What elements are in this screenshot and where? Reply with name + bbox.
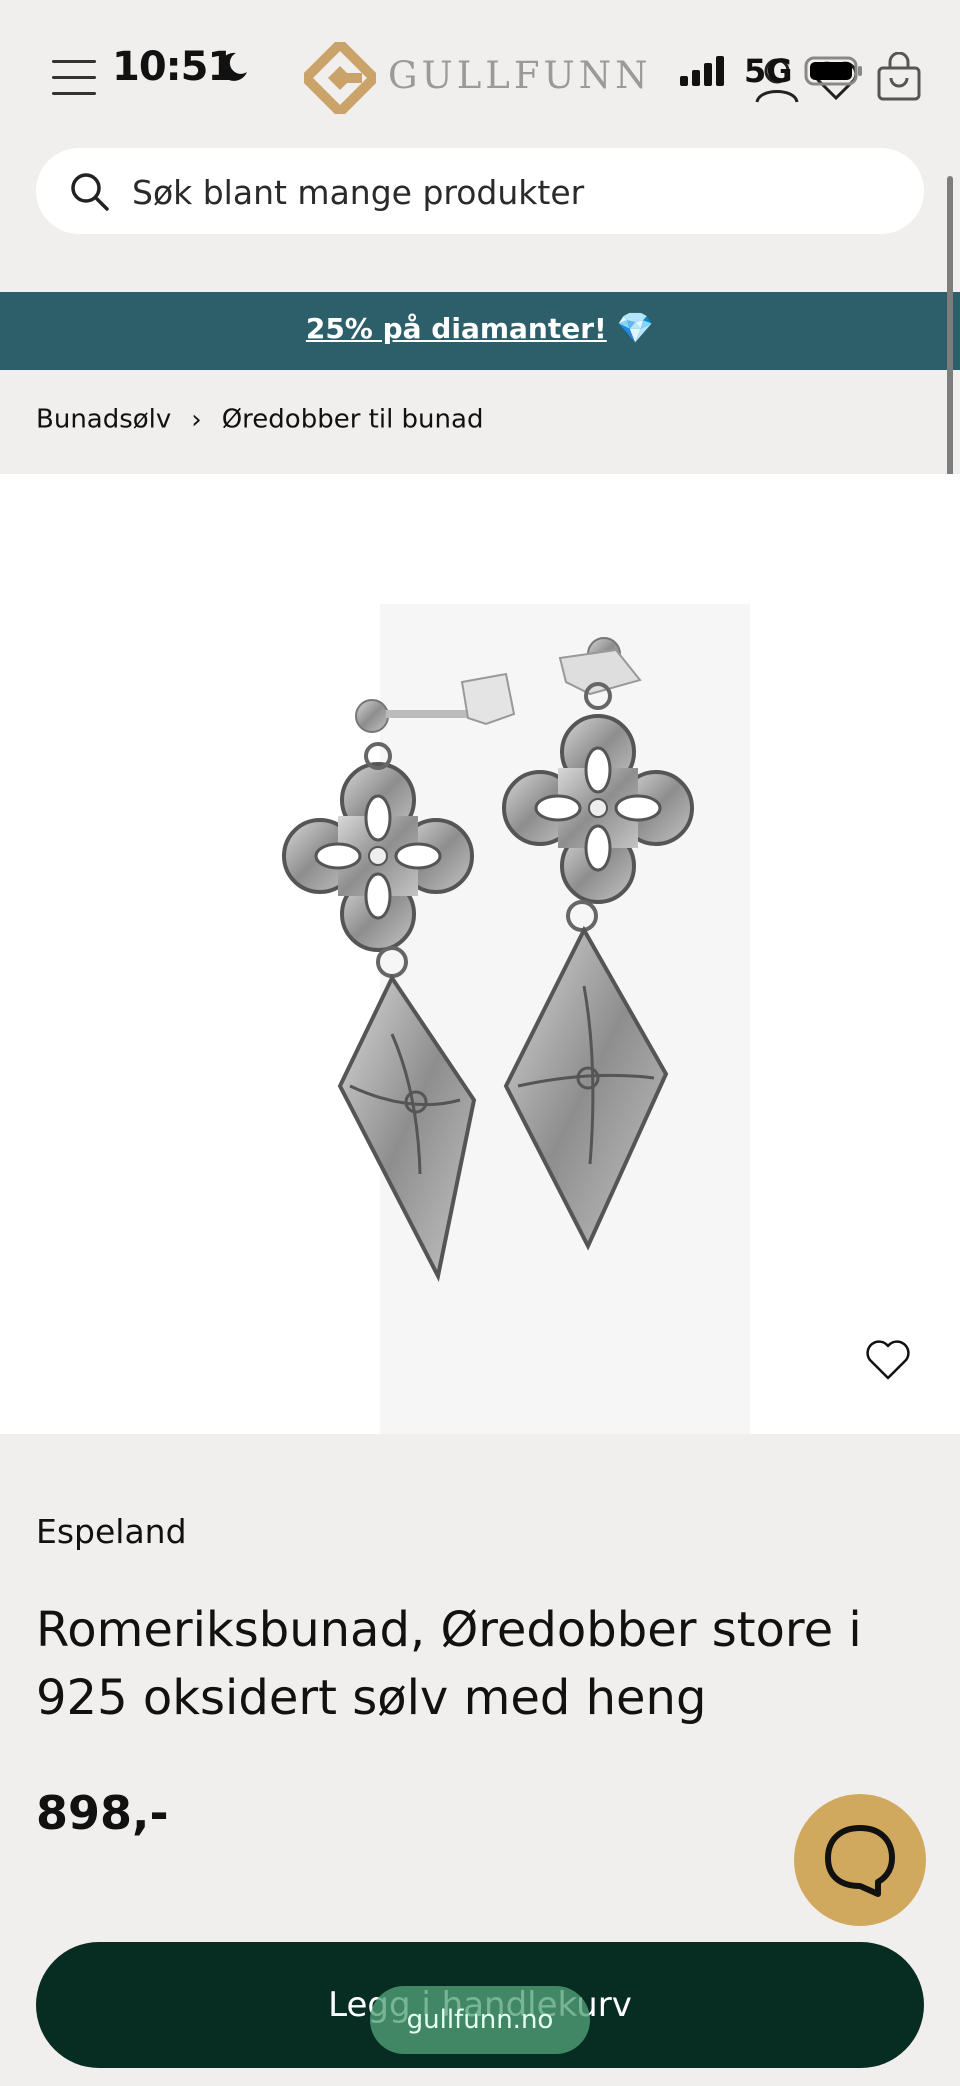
chat-button[interactable] [794, 1794, 926, 1926]
chat-bubble-icon [825, 1825, 895, 1897]
promo-banner: 25% på diamanter! 💎 [0, 292, 960, 370]
product-price: 898,- [36, 1786, 169, 1840]
logo-text[interactable]: GULLFUNN [388, 54, 652, 97]
product-brand[interactable]: Espeland [36, 1512, 187, 1551]
favorite-heart-icon[interactable] [864, 1338, 912, 1382]
breadcrumb-item-oredobber[interactable]: Øredobber til bunad [222, 405, 484, 435]
search-input[interactable] [130, 166, 894, 218]
battery-icon [804, 56, 862, 86]
diamond-icon: 💎 [616, 311, 655, 346]
gullfunn-logo-icon[interactable] [304, 42, 376, 114]
breadcrumb-item-bunadsolv[interactable]: Bunadsølv [36, 405, 171, 435]
breadcrumb: Bunadsølv › Øredobber til bunad [36, 404, 483, 435]
search-bar[interactable] [36, 148, 924, 234]
header: 10:51 GULLFUNN 5G [0, 0, 960, 150]
cart-icon[interactable] [876, 52, 922, 102]
product-title: Romeriksbunad, Øredobber store i 925 oks… [36, 1602, 862, 1726]
menu-icon[interactable] [52, 58, 96, 96]
promo-link[interactable]: 25% på diamanter! [306, 312, 607, 345]
moon-icon [219, 52, 247, 81]
search-icon [71, 173, 109, 211]
chevron-right-icon: › [191, 404, 202, 435]
product-image[interactable] [0, 474, 960, 1444]
network-type: 5G [744, 52, 793, 90]
earrings-photo [0, 474, 960, 1444]
signal-icon [680, 54, 732, 86]
browser-url-pill[interactable]: gullfunn.no [370, 1986, 590, 2054]
